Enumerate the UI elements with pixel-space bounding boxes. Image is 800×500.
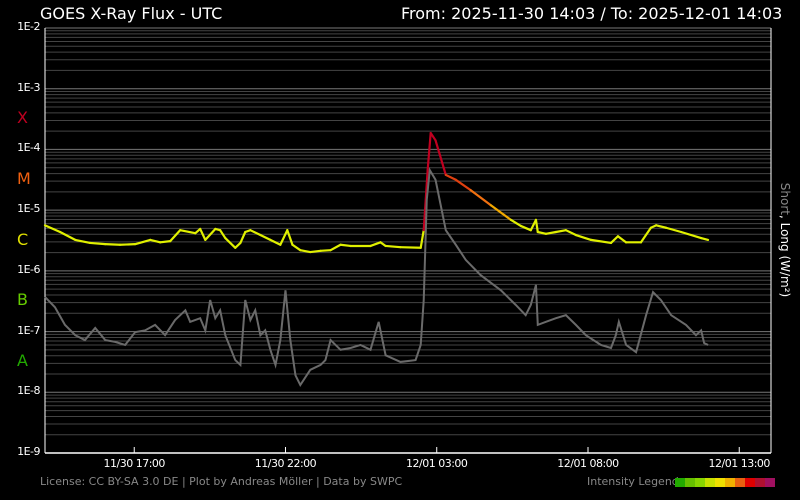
long-series-segment: [88, 241, 107, 246]
intensity-legend-label: Intensity Legend: [587, 475, 679, 488]
long-series-segment: [329, 243, 342, 252]
short-series-line: [44, 166, 709, 388]
short-label: Short: [778, 182, 792, 215]
legend-swatch: [675, 478, 685, 487]
flare-class-b: B: [17, 290, 28, 310]
x-tick-label: 12/01 03:00: [406, 457, 468, 470]
long-series-segment: [279, 229, 289, 246]
legend-swatch: [725, 478, 735, 487]
legend-swatch: [695, 478, 705, 487]
long-label: Long (W/m²): [778, 222, 792, 298]
long-series-segment: [536, 230, 548, 235]
long-series-segment: [654, 224, 668, 229]
long-series-segment: [469, 189, 492, 207]
flare-class-c: C: [17, 229, 29, 249]
intensity-legend: [675, 478, 775, 487]
long-series-segment: [299, 249, 312, 254]
flare-class-x: X: [17, 108, 28, 128]
long-series-segment: [426, 131, 432, 172]
long-series-segment: [339, 243, 352, 248]
long-series-segment: [509, 218, 522, 228]
long-series-segment: [224, 236, 237, 249]
x-tick-label: 11/30 22:00: [254, 457, 317, 470]
long-series-segment: [118, 243, 137, 246]
long-series-segment: [169, 229, 182, 243]
long-series-segment: [239, 230, 247, 245]
long-series-segment: [700, 236, 710, 241]
label-sep: ,: [778, 214, 792, 223]
long-series-segment: [574, 233, 593, 241]
long-series-segment: [554, 229, 568, 234]
y-tick-label: 1E-2: [17, 20, 40, 33]
legend-swatch: [735, 478, 745, 487]
long-series-segment: [399, 246, 422, 249]
y-tick-label: 1E-6: [17, 262, 40, 276]
legend-swatch: [715, 478, 725, 487]
long-series-segment: [419, 229, 425, 249]
x-tick-label: 12/01 08:00: [557, 457, 619, 470]
y-axis-label: Short, Long (W/m²): [778, 183, 792, 297]
long-series-segment: [259, 233, 272, 241]
x-tick-label: 11/30 17:00: [103, 457, 166, 470]
long-series-segment: [319, 249, 332, 252]
x-tick-label: 12/01 13:00: [708, 457, 771, 470]
y-tick-label: 1E-8: [17, 384, 40, 398]
long-series-segment: [159, 240, 172, 244]
y-tick-label: 1E-5: [17, 202, 40, 216]
legend-swatch: [745, 478, 755, 487]
long-series-segment: [59, 230, 77, 241]
long-series-segment: [179, 229, 197, 235]
flare-class-m: M: [17, 168, 31, 188]
long-series-segment: [384, 244, 402, 249]
long-series-segment: [544, 230, 558, 235]
y-tick-label: 1E-3: [17, 80, 40, 94]
long-series-segment: [369, 241, 382, 248]
long-series-segment: [104, 243, 122, 246]
long-series-segment: [434, 139, 447, 177]
legend-swatch: [685, 478, 695, 487]
long-series-segment: [286, 229, 294, 246]
legend-swatch: [755, 478, 765, 487]
plot-area: [43, 27, 772, 454]
y-tick-label: 1E-9: [17, 445, 40, 458]
y-tick-label: 1E-4: [17, 141, 40, 155]
y-tick-label: 1E-7: [17, 323, 40, 337]
long-series-segment: [74, 238, 92, 245]
long-series-segment: [291, 243, 302, 252]
legend-swatch: [765, 478, 775, 487]
long-series-segment: [534, 218, 539, 234]
long-series-segment: [589, 238, 613, 245]
long-series-segment: [639, 226, 653, 244]
legend-swatch: [705, 478, 715, 487]
goes-xray-chart: GOES X-Ray Flux - UTC From: 2025-11-30 1…: [0, 0, 800, 500]
long-series-segment: [444, 173, 457, 181]
license-footer: License: CC BY-SA 3.0 DE | Plot by Andre…: [40, 475, 403, 488]
long-series-segment: [309, 249, 322, 254]
flare-class-a: A: [17, 350, 28, 370]
long-series-segment: [680, 230, 703, 240]
